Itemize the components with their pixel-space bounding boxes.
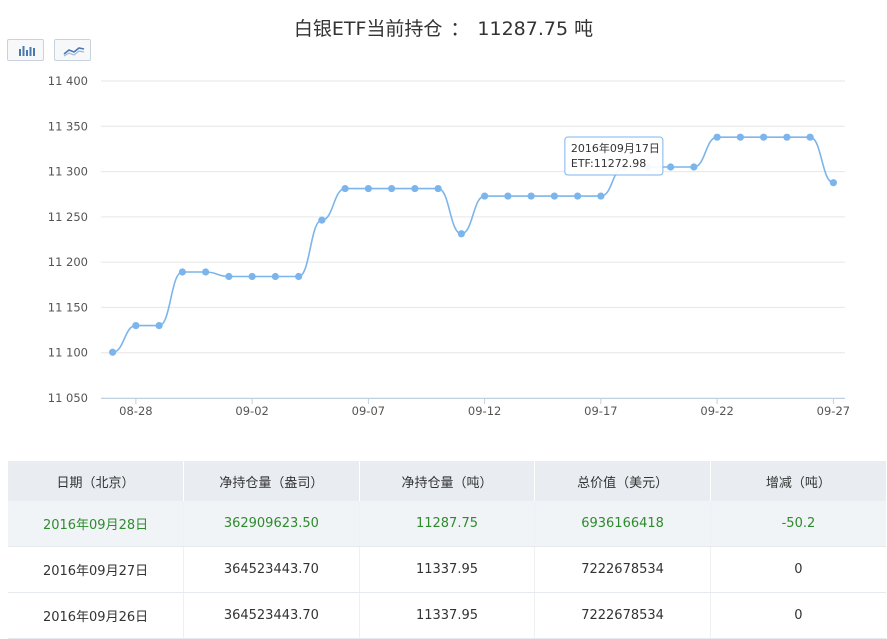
data-point[interactable] (597, 192, 605, 200)
cell-tonnes: 11337.95 (359, 592, 536, 639)
series-etf (109, 133, 837, 356)
y-tick-label: 11 100 (48, 346, 88, 360)
bar-chart-icon (19, 46, 35, 56)
data-point[interactable] (783, 133, 791, 141)
tooltip-value: ETF:11272.98 (571, 157, 646, 170)
data-point[interactable] (736, 133, 744, 141)
title-unit: 吨 (574, 18, 594, 40)
col-date: 日期（北京） (8, 461, 185, 501)
y-tick-label: 11 200 (48, 255, 88, 269)
cell-tonnes: 11287.75 (359, 501, 536, 547)
table-row: 2016年09月27日 364523443.70 11337.95 722267… (8, 546, 886, 593)
data-point[interactable] (155, 321, 163, 330)
x-tick-label: 09-17 (584, 404, 617, 418)
table-row: 2016年09月26日 364523443.70 11337.95 722267… (8, 592, 886, 639)
data-point[interactable] (178, 268, 186, 276)
cell-ounces: 364523443.70 (183, 546, 360, 593)
data-point[interactable] (202, 268, 210, 276)
cell-tonnes: 11337.95 (359, 546, 536, 593)
x-tick-label: 09-02 (235, 404, 268, 418)
x-tick-label: 09-27 (817, 404, 850, 418)
col-value-usd: 总价值（美元） (534, 461, 711, 501)
data-point[interactable] (364, 184, 372, 193)
y-tick-label: 11 350 (48, 119, 88, 133)
title-value: 11287.75 (477, 18, 569, 40)
data-point[interactable] (248, 272, 256, 281)
data-point[interactable] (550, 192, 558, 200)
tooltip-date: 2016年09月17日 (571, 141, 660, 155)
data-point[interactable] (434, 184, 442, 193)
data-point[interactable] (109, 348, 117, 356)
cell-value-usd: 7222678534 (534, 546, 711, 593)
y-tick-label: 11 150 (48, 300, 88, 314)
data-point[interactable] (271, 272, 279, 281)
title-name: 白银ETF当前持仓 (293, 18, 443, 40)
y-tick-label: 11 400 (48, 74, 88, 88)
data-point[interactable] (690, 163, 698, 171)
x-tick-label: 09-07 (352, 404, 385, 418)
table-header-row: 日期（北京） 净持仓量（盎司） 净持仓量（吨） 总价值（美元） 增减（吨） (8, 461, 886, 501)
col-change: 增减（吨） (710, 461, 886, 501)
data-point[interactable] (806, 133, 814, 141)
col-tonnes: 净持仓量（吨） (359, 461, 536, 501)
y-tick-label: 11 050 (48, 391, 88, 405)
data-point[interactable] (667, 163, 675, 171)
y-tick-label: 11 250 (48, 210, 88, 224)
data-point[interactable] (481, 192, 489, 200)
title-separator: ： (450, 18, 470, 40)
cell-change: -50.2 (710, 501, 886, 547)
y-tick-label: 11 300 (48, 165, 88, 179)
line-chart-icon (63, 47, 85, 57)
data-point[interactable] (411, 184, 419, 193)
data-point[interactable] (295, 272, 303, 281)
holdings-table: 日期（北京） 净持仓量（盎司） 净持仓量（吨） 总价值（美元） 增减（吨） 20… (8, 461, 886, 639)
data-point[interactable] (225, 272, 233, 281)
bar-chart-button[interactable] (7, 39, 44, 61)
line-chart: 11 050 11 100 11 150 11 200 11 250 11 300 11 3… (48, 74, 850, 418)
data-point[interactable] (829, 179, 837, 187)
x-tick-label: 09-22 (700, 404, 733, 418)
cell-value-usd: 6936166418 (534, 501, 711, 547)
x-axis: 08-28 09-02 09-07 09-12 09-17 09-22 09-27 (101, 398, 850, 418)
data-point[interactable] (504, 192, 512, 200)
cell-ounces: 364523443.70 (183, 592, 360, 639)
series-line (112, 136, 834, 354)
data-point[interactable] (760, 133, 768, 141)
cell-date: 2016年09月27日 (8, 546, 185, 593)
cell-change: 0 (710, 546, 886, 593)
col-ounces: 净持仓量（盎司） (183, 461, 360, 501)
cell-ounces: 362909623.50 (183, 501, 360, 547)
data-point[interactable] (457, 230, 465, 238)
data-point[interactable] (527, 192, 535, 200)
data-point[interactable] (132, 321, 140, 330)
data-point[interactable] (388, 184, 396, 193)
cell-value-usd: 7222678534 (534, 592, 711, 639)
tooltip: 2016年09月17日 ETF:11272.98 (564, 136, 664, 176)
cell-change: 0 (710, 592, 886, 639)
y-axis-labels: 11 050 11 100 11 150 11 200 11 250 11 300 11 3… (48, 74, 88, 405)
x-tick-label: 09-12 (468, 404, 501, 418)
chart-title: 白银ETF当前持仓 ： 11287.75 吨 (0, 14, 887, 41)
grid-lines (101, 80, 845, 399)
data-point[interactable] (341, 184, 349, 193)
data-point[interactable] (713, 133, 721, 141)
data-point[interactable] (318, 216, 326, 224)
line-chart-button[interactable] (54, 39, 91, 61)
cell-date: 2016年09月28日 (8, 501, 185, 547)
table-row: 2016年09月28日 362909623.50 11287.75 693616… (8, 501, 886, 547)
x-tick-label: 08-28 (119, 404, 152, 418)
data-point[interactable] (574, 192, 582, 200)
cell-date: 2016年09月26日 (8, 592, 185, 639)
